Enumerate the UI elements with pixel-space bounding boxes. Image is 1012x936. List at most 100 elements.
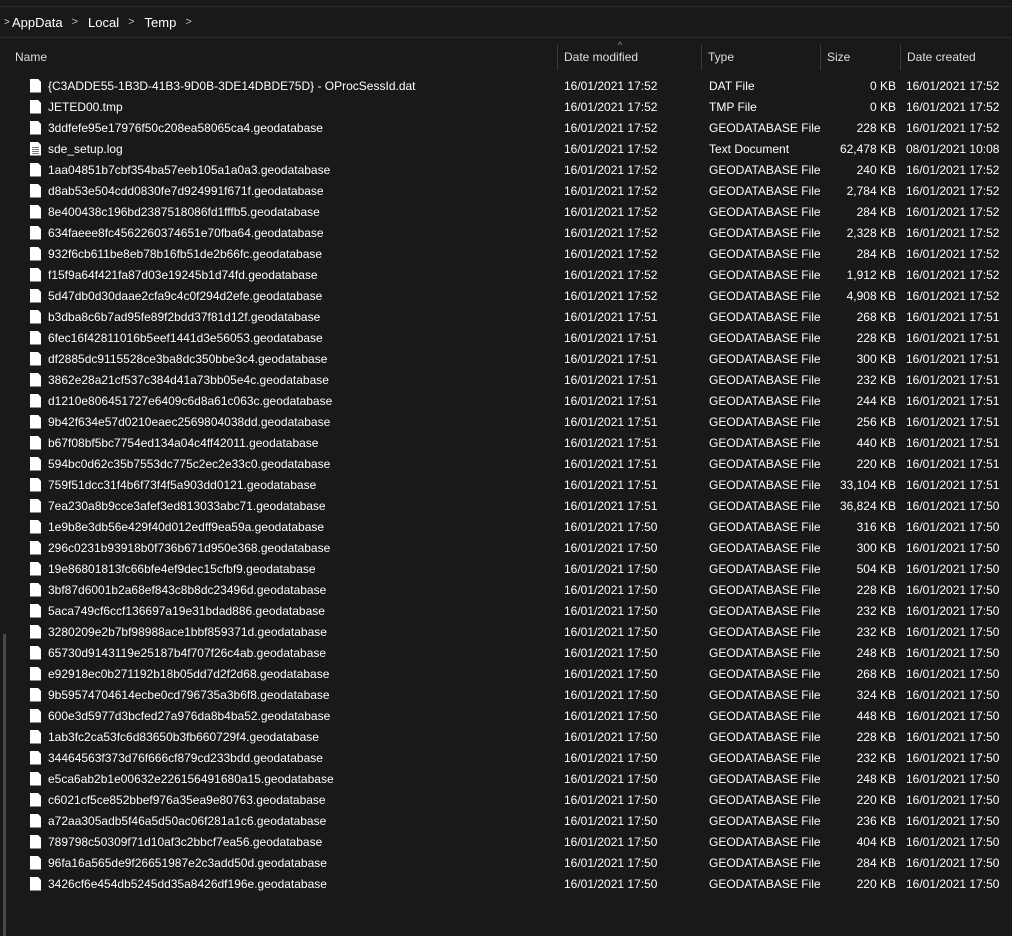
- file-name-cell[interactable]: 8e400438c196bd2387518086fd1fffb5.geodata…: [9, 204, 558, 219]
- file-name-cell[interactable]: 1e9b8e3db56e429f40d012edff9ea59a.geodata…: [9, 519, 558, 534]
- file-name-cell[interactable]: 3ddfefe95e17976f50c208ea58065ca4.geodata…: [9, 120, 558, 135]
- file-name-cell[interactable]: b67f08bf5bc7754ed134a04c4ff42011.geodata…: [9, 435, 558, 450]
- file-row[interactable]: 634faeee8fc4562260374651e70fba64.geodata…: [9, 222, 1012, 243]
- file-row[interactable]: 3426cf6e454db5245dd35a8426df196e.geodata…: [9, 873, 1012, 894]
- breadcrumb-item-temp[interactable]: Temp: [139, 15, 182, 30]
- file-row[interactable]: f15f9a64f421fa87d03e19245b1d74fd.geodata…: [9, 264, 1012, 285]
- file-name-cell[interactable]: sde_setup.log: [9, 141, 558, 156]
- file-row[interactable]: 1ab3fc2ca53fc6d83650b3fb660729f4.geodata…: [9, 726, 1012, 747]
- column-header-date-modified[interactable]: ^ Date modified: [558, 40, 702, 70]
- file-row[interactable]: e92918ec0b271192b18b05dd7d2f2d68.geodata…: [9, 663, 1012, 684]
- file-name-cell[interactable]: 9b42f634e57d0210eaec2569804038dd.geodata…: [9, 414, 558, 429]
- file-row[interactable]: d1210e806451727e6409c6d8a61c063c.geodata…: [9, 390, 1012, 411]
- file-row[interactable]: e5ca6ab2b1e00632e226156491680a15.geodata…: [9, 768, 1012, 789]
- file-row[interactable]: 19e86801813fc66bfe4ef9dec15cfbf9.geodata…: [9, 558, 1012, 579]
- file-name-cell[interactable]: 3862e28a21cf537c384d41a73bb05e4c.geodata…: [9, 372, 558, 387]
- file-name[interactable]: sde_setup.log: [48, 142, 123, 156]
- file-name-cell[interactable]: JETED00.tmp: [9, 99, 558, 114]
- file-name[interactable]: b67f08bf5bc7754ed134a04c4ff42011.geodata…: [48, 436, 318, 450]
- file-name-cell[interactable]: 594bc0d62c35b7553dc775c2ec2e33c0.geodata…: [9, 456, 558, 471]
- file-name[interactable]: 932f6cb611be8eb78b16fb51de2b66fc.geodata…: [48, 247, 322, 261]
- file-name[interactable]: 34464563f373d76f666cf879cd233bdd.geodata…: [48, 751, 323, 765]
- file-name[interactable]: c6021cf5ce852bbef976a35ea9e80763.geodata…: [48, 793, 326, 807]
- file-row[interactable]: 3ddfefe95e17976f50c208ea58065ca4.geodata…: [9, 117, 1012, 138]
- chevron-right-icon[interactable]: >: [68, 16, 82, 28]
- file-name-cell[interactable]: c6021cf5ce852bbef976a35ea9e80763.geodata…: [9, 792, 558, 807]
- file-name-cell[interactable]: 96fa16a565de9f26651987e2c3add50d.geodata…: [9, 855, 558, 870]
- file-name[interactable]: 3280209e2b7bf98988ace1bbf859371d.geodata…: [48, 625, 327, 639]
- file-name-cell[interactable]: b3dba8c6b7ad95fe89f2bdd37f81d12f.geodata…: [9, 309, 558, 324]
- file-name-cell[interactable]: 65730d9143119e25187b4f707f26c4ab.geodata…: [9, 645, 558, 660]
- file-row[interactable]: 759f51dcc31f4b6f73f4f5a903dd0121.geodata…: [9, 474, 1012, 495]
- file-row[interactable]: d8ab53e504cdd0830fe7d924991f671f.geodata…: [9, 180, 1012, 201]
- file-name[interactable]: {C3ADDE55-1B3D-41B3-9D0B-3DE14DBDE75D} -…: [48, 79, 416, 93]
- file-row[interactable]: b67f08bf5bc7754ed134a04c4ff42011.geodata…: [9, 432, 1012, 453]
- file-name[interactable]: 1aa04851b7cbf354ba57eeb105a1a0a3.geodata…: [48, 163, 330, 177]
- file-row[interactable]: c6021cf5ce852bbef976a35ea9e80763.geodata…: [9, 789, 1012, 810]
- file-name[interactable]: 96fa16a565de9f26651987e2c3add50d.geodata…: [48, 856, 327, 870]
- file-row[interactable]: 5aca749cf6ccf136697a19e31bdad886.geodata…: [9, 600, 1012, 621]
- file-row[interactable]: 3bf87d6001b2a68ef843c8b8dc23496d.geodata…: [9, 579, 1012, 600]
- column-header-name[interactable]: Name: [9, 44, 558, 70]
- file-name-cell[interactable]: d8ab53e504cdd0830fe7d924991f671f.geodata…: [9, 183, 558, 198]
- file-name-cell[interactable]: 34464563f373d76f666cf879cd233bdd.geodata…: [9, 750, 558, 765]
- file-row[interactable]: 9b42f634e57d0210eaec2569804038dd.geodata…: [9, 411, 1012, 432]
- file-name[interactable]: 3426cf6e454db5245dd35a8426df196e.geodata…: [48, 877, 327, 891]
- file-row[interactable]: 594bc0d62c35b7553dc775c2ec2e33c0.geodata…: [9, 453, 1012, 474]
- file-name-cell[interactable]: d1210e806451727e6409c6d8a61c063c.geodata…: [9, 393, 558, 408]
- breadcrumb[interactable]: > AppData > Local > Temp >: [0, 7, 1012, 37]
- file-name-cell[interactable]: 7ea230a8b9cce3afef3ed813033abc71.geodata…: [9, 498, 558, 513]
- file-name-cell[interactable]: 9b59574704614ecbe0cd796735a3b6f8.geodata…: [9, 687, 558, 702]
- file-name[interactable]: 6fec16f42811016b5eef1441d3e56053.geodata…: [48, 331, 323, 345]
- file-name[interactable]: b3dba8c6b7ad95fe89f2bdd37f81d12f.geodata…: [48, 310, 320, 324]
- file-row[interactable]: 65730d9143119e25187b4f707f26c4ab.geodata…: [9, 642, 1012, 663]
- column-header-size[interactable]: Size: [821, 44, 901, 70]
- file-name[interactable]: 594bc0d62c35b7553dc775c2ec2e33c0.geodata…: [48, 457, 330, 471]
- file-name-cell[interactable]: e5ca6ab2b1e00632e226156491680a15.geodata…: [9, 771, 558, 786]
- file-row[interactable]: 34464563f373d76f666cf879cd233bdd.geodata…: [9, 747, 1012, 768]
- file-name-cell[interactable]: {C3ADDE55-1B3D-41B3-9D0B-3DE14DBDE75D} -…: [9, 78, 558, 93]
- file-row[interactable]: 96fa16a565de9f26651987e2c3add50d.geodata…: [9, 852, 1012, 873]
- file-name-cell[interactable]: e92918ec0b271192b18b05dd7d2f2d68.geodata…: [9, 666, 558, 681]
- file-name[interactable]: 3862e28a21cf537c384d41a73bb05e4c.geodata…: [48, 373, 329, 387]
- file-name-cell[interactable]: 1aa04851b7cbf354ba57eeb105a1a0a3.geodata…: [9, 162, 558, 177]
- file-name[interactable]: 634faeee8fc4562260374651e70fba64.geodata…: [48, 226, 324, 240]
- file-name[interactable]: 1e9b8e3db56e429f40d012edff9ea59a.geodata…: [48, 520, 324, 534]
- file-name-cell[interactable]: 1ab3fc2ca53fc6d83650b3fb660729f4.geodata…: [9, 729, 558, 744]
- file-name[interactable]: 3bf87d6001b2a68ef843c8b8dc23496d.geodata…: [48, 583, 326, 597]
- file-row[interactable]: 5d47db0d30daae2cfa9c4c0f294d2efe.geodata…: [9, 285, 1012, 306]
- navigation-pane-scrollbar[interactable]: [0, 38, 9, 936]
- file-name-cell[interactable]: 932f6cb611be8eb78b16fb51de2b66fc.geodata…: [9, 246, 558, 261]
- file-name-cell[interactable]: 6fec16f42811016b5eef1441d3e56053.geodata…: [9, 330, 558, 345]
- file-row[interactable]: 3280209e2b7bf98988ace1bbf859371d.geodata…: [9, 621, 1012, 642]
- file-name[interactable]: 8e400438c196bd2387518086fd1fffb5.geodata…: [48, 205, 320, 219]
- file-name-cell[interactable]: 600e3d5977d3bcfed27a976da8b4ba52.geodata…: [9, 708, 558, 723]
- file-row[interactable]: 1e9b8e3db56e429f40d012edff9ea59a.geodata…: [9, 516, 1012, 537]
- file-name-cell[interactable]: 634faeee8fc4562260374651e70fba64.geodata…: [9, 225, 558, 240]
- file-name[interactable]: 789798c50309f71d10af3c2bbcf7ea56.geodata…: [48, 835, 322, 849]
- file-name[interactable]: df2885dc9115528ce3ba8dc350bbe3c4.geodata…: [48, 352, 327, 366]
- file-row[interactable]: sde_setup.log 16/01/2021 17:52 Text Docume…: [9, 138, 1012, 159]
- file-row[interactable]: df2885dc9115528ce3ba8dc350bbe3c4.geodata…: [9, 348, 1012, 369]
- file-name-cell[interactable]: df2885dc9115528ce3ba8dc350bbe3c4.geodata…: [9, 351, 558, 366]
- file-row[interactable]: 6fec16f42811016b5eef1441d3e56053.geodata…: [9, 327, 1012, 348]
- file-name[interactable]: 19e86801813fc66bfe4ef9dec15cfbf9.geodata…: [48, 562, 316, 576]
- file-name-cell[interactable]: 3280209e2b7bf98988ace1bbf859371d.geodata…: [9, 624, 558, 639]
- file-name[interactable]: 759f51dcc31f4b6f73f4f5a903dd0121.geodata…: [48, 478, 316, 492]
- file-row[interactable]: 7ea230a8b9cce3afef3ed813033abc71.geodata…: [9, 495, 1012, 516]
- file-row[interactable]: 789798c50309f71d10af3c2bbcf7ea56.geodata…: [9, 831, 1012, 852]
- file-name[interactable]: 296c0231b93918b0f736b671d950e368.geodata…: [48, 541, 330, 555]
- file-name[interactable]: d8ab53e504cdd0830fe7d924991f671f.geodata…: [48, 184, 324, 198]
- file-name-cell[interactable]: 3426cf6e454db5245dd35a8426df196e.geodata…: [9, 876, 558, 891]
- file-name[interactable]: 5d47db0d30daae2cfa9c4c0f294d2efe.geodata…: [48, 289, 322, 303]
- file-row[interactable]: 1aa04851b7cbf354ba57eeb105a1a0a3.geodata…: [9, 159, 1012, 180]
- file-name[interactable]: f15f9a64f421fa87d03e19245b1d74fd.geodata…: [48, 268, 318, 282]
- file-name-cell[interactable]: f15f9a64f421fa87d03e19245b1d74fd.geodata…: [9, 267, 558, 282]
- file-row[interactable]: 932f6cb611be8eb78b16fb51de2b66fc.geodata…: [9, 243, 1012, 264]
- column-header-date-created[interactable]: Date created: [901, 44, 1012, 70]
- file-name-cell[interactable]: 759f51dcc31f4b6f73f4f5a903dd0121.geodata…: [9, 477, 558, 492]
- file-name[interactable]: 9b59574704614ecbe0cd796735a3b6f8.geodata…: [48, 688, 330, 702]
- file-name[interactable]: e5ca6ab2b1e00632e226156491680a15.geodata…: [48, 772, 334, 786]
- file-name[interactable]: e92918ec0b271192b18b05dd7d2f2d68.geodata…: [48, 667, 329, 681]
- file-name[interactable]: 1ab3fc2ca53fc6d83650b3fb660729f4.geodata…: [48, 730, 319, 744]
